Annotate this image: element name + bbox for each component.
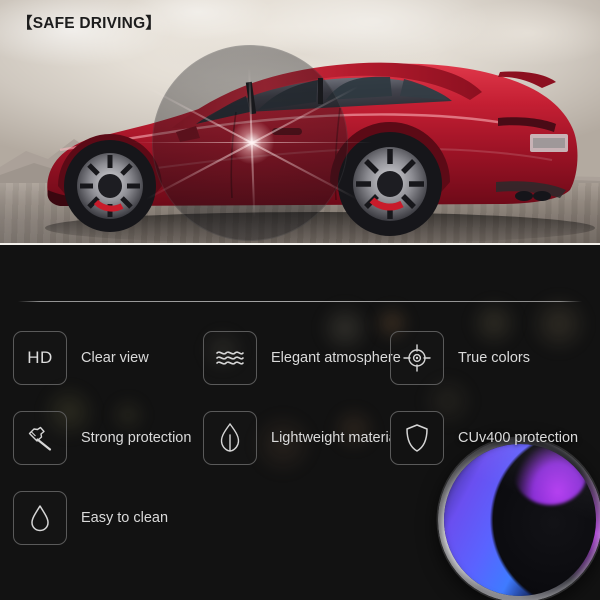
waves-icon: [203, 331, 257, 385]
feature-item-clear-view[interactable]: HD Clear view: [13, 331, 149, 385]
hammer-icon: [13, 411, 67, 465]
feature-item-elegant-atmosphere[interactable]: Elegant atmosphere: [203, 331, 401, 385]
feature-item-true-colors[interactable]: True colors: [390, 331, 530, 385]
feature-label: Easy to clean: [81, 509, 169, 526]
feature-item-lightweight-material[interactable]: Lightweight material: [203, 411, 400, 465]
feature-label: Clear view: [81, 349, 149, 366]
feature-label: Strong protection: [81, 429, 192, 446]
crosshair-icon: [390, 331, 444, 385]
feature-label: CUv400 protection: [458, 429, 579, 446]
feature-item-cuv400-protection[interactable]: CUv400 protection: [390, 411, 578, 465]
feature-item-strong-protection[interactable]: Strong protection: [13, 411, 191, 465]
hero-title: 【SAFE DRIVING】: [17, 15, 162, 32]
shield-icon: [390, 411, 444, 465]
hd-icon: HD: [13, 331, 67, 385]
leaf-icon: [203, 411, 257, 465]
feature-label: Elegant atmosphere: [271, 349, 401, 366]
section-seam: [0, 243, 600, 245]
feature-label: True colors: [458, 349, 530, 366]
product-feature-banner: 【SAFE DRIVING】 HD Clear view Elegant atm…: [0, 0, 600, 600]
hero-photo: 【SAFE DRIVING】: [0, 0, 600, 245]
feature-label: Lightweight material: [271, 429, 400, 446]
feature-item-easy-to-clean[interactable]: Easy to clean: [13, 491, 168, 545]
water-drop-icon: [13, 491, 67, 545]
hd-icon-label: HD: [27, 348, 53, 367]
